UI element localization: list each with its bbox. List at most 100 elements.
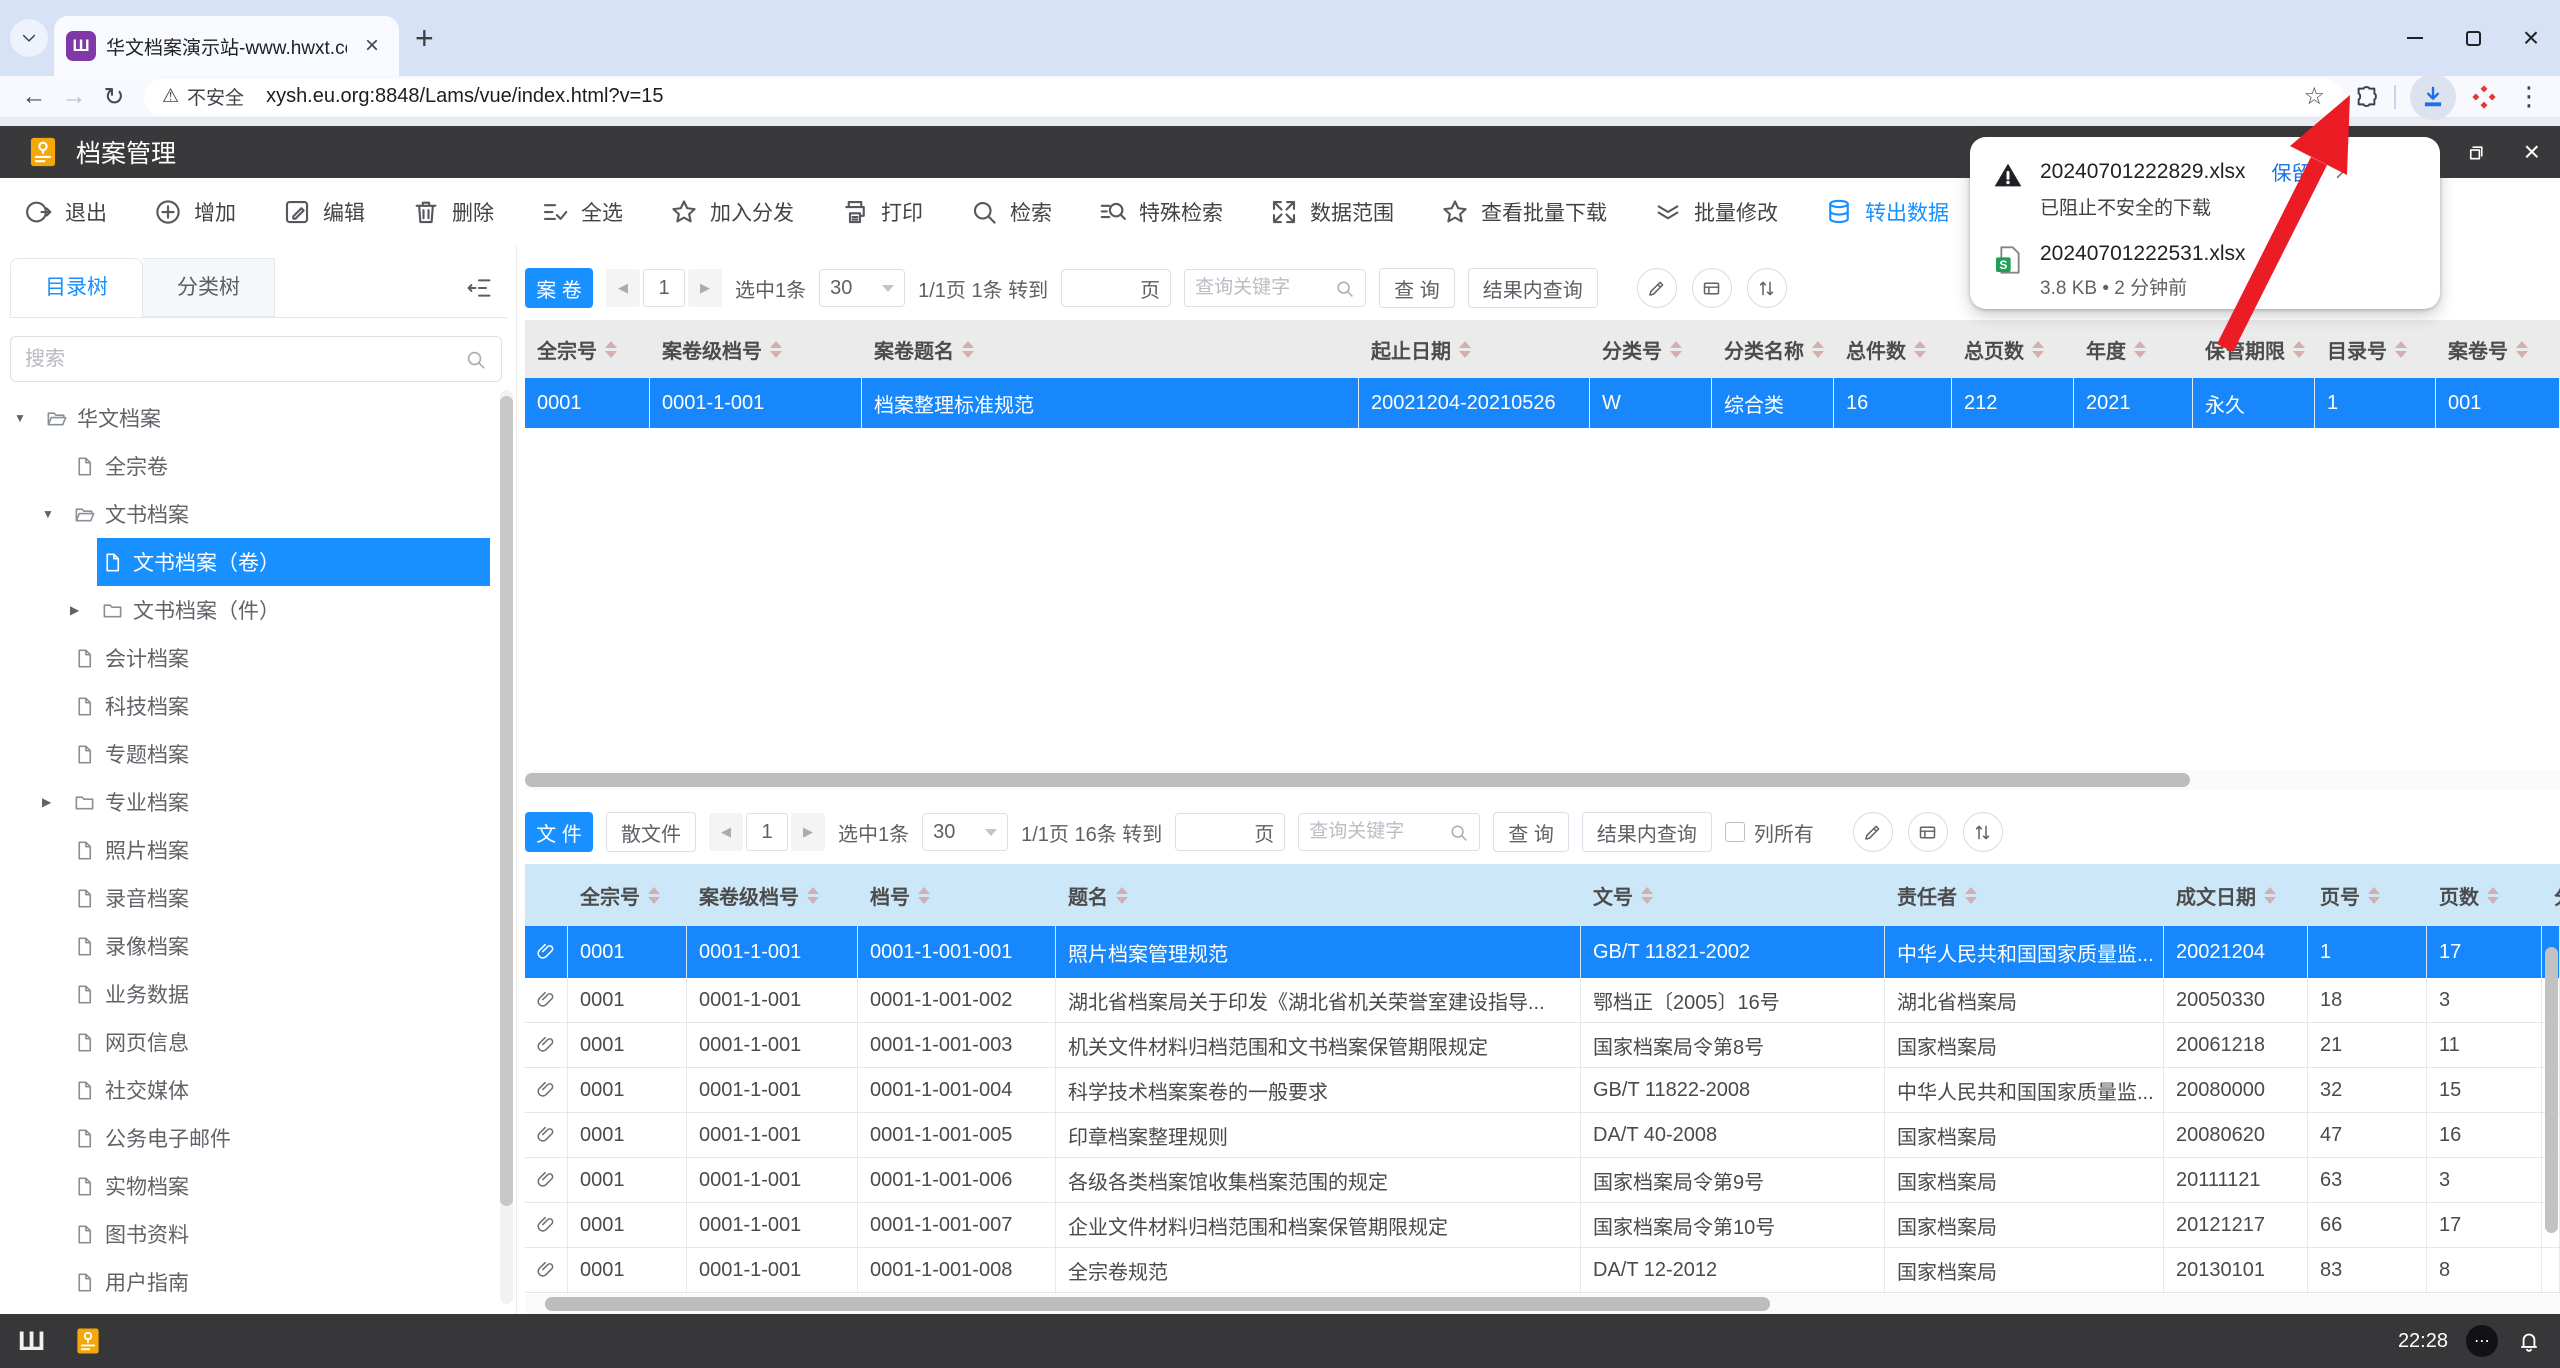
- sort-carets-icon[interactable]: [2395, 341, 2407, 358]
- app-close-icon[interactable]: ×: [2524, 136, 2540, 168]
- sort-carets-icon[interactable]: [2368, 887, 2380, 904]
- file-tab-button[interactable]: 文 件: [525, 812, 593, 852]
- cell[interactable]: 20021204: [2164, 926, 2308, 978]
- sort-carets-icon[interactable]: [770, 341, 782, 358]
- cell[interactable]: 0001-1-001: [687, 1113, 858, 1157]
- cell[interactable]: 国家档案局: [1885, 1113, 2164, 1157]
- cell[interactable]: 1: [2308, 926, 2427, 978]
- column-header-总件数[interactable]: 总件数: [1834, 320, 1952, 378]
- cell[interactable]: 3: [2427, 1158, 2542, 1202]
- cell[interactable]: 0001-1-001-005: [858, 1113, 1056, 1157]
- cell[interactable]: 0001: [568, 1203, 687, 1247]
- juan-keyword-box[interactable]: [1184, 269, 1366, 307]
- column-header-分类号[interactable]: 分类号: [1590, 320, 1712, 378]
- column-header-blank[interactable]: [525, 864, 568, 926]
- column-header-总页数[interactable]: 总页数: [1952, 320, 2074, 378]
- tree-caret-icon[interactable]: ▼: [42, 507, 69, 521]
- tree-item[interactable]: 专题档案: [0, 730, 516, 778]
- cell[interactable]: 印章档案整理规则: [1056, 1113, 1581, 1157]
- cell[interactable]: 0001: [568, 1248, 687, 1292]
- tree-item[interactable]: 图书资料: [0, 1210, 516, 1258]
- attachment-cell[interactable]: [525, 978, 568, 1022]
- tree-caret-icon[interactable]: ▼: [14, 411, 41, 425]
- loose-file-tab-button[interactable]: 散文件: [606, 812, 696, 852]
- toolbar-button-数据范围[interactable]: 数据范围: [1269, 197, 1394, 227]
- cell[interactable]: 17: [2427, 926, 2542, 978]
- tree-scrollbar[interactable]: [500, 390, 513, 1304]
- app-restore-icon[interactable]: [2465, 141, 2488, 164]
- cell[interactable]: 全宗卷规范: [1056, 1248, 1581, 1292]
- table-row[interactable]: 00010001-1-0010001-1-001-004科学技术档案案卷的一般要…: [525, 1068, 2560, 1113]
- tab-category-tree[interactable]: 分类树: [143, 258, 275, 317]
- column-header-全宗号[interactable]: 全宗号: [568, 864, 687, 926]
- cell[interactable]: 0001: [568, 978, 687, 1022]
- tree-item[interactable]: 社交媒体: [0, 1066, 516, 1114]
- cell[interactable]: 0001-1-001: [687, 926, 858, 978]
- download-item-complete[interactable]: 20240701222531.xlsx 3.8 KB • 2 分钟前: [1992, 242, 2418, 300]
- tree-item-inner[interactable]: 业务数据: [69, 970, 490, 1018]
- sort-carets-icon[interactable]: [2487, 887, 2499, 904]
- tree-item[interactable]: 科技档案: [0, 682, 516, 730]
- sort-carets-icon[interactable]: [1116, 887, 1128, 904]
- sort-carets-icon[interactable]: [1965, 887, 1977, 904]
- sort-carets-icon[interactable]: [648, 887, 660, 904]
- browser-tab[interactable]: Ш 华文档案演示站-www.hwxt.co ×: [54, 16, 399, 76]
- cell[interactable]: 1: [2315, 378, 2436, 428]
- tree-item-inner[interactable]: 会计档案: [69, 634, 490, 682]
- next-page-icon[interactable]: ▶: [791, 813, 825, 851]
- attachment-cell[interactable]: [525, 1203, 568, 1247]
- cell[interactable]: 企业文件材料归档范围和档案保管期限规定: [1056, 1203, 1581, 1247]
- table-row[interactable]: 00010001-1-0010001-1-001-008全宗卷规范DA/T 12…: [525, 1248, 2560, 1293]
- cell[interactable]: 63: [2308, 1158, 2427, 1202]
- juan-hscrollbar[interactable]: [525, 770, 2560, 790]
- cell[interactable]: 001: [2436, 378, 2560, 428]
- tree-item-inner[interactable]: 文书档案: [69, 490, 490, 538]
- column-header-成文日期[interactable]: 成文日期: [2164, 864, 2308, 926]
- column-header-保管期限[interactable]: 保管期限: [2193, 320, 2315, 378]
- cell[interactable]: 0001-1-001: [687, 978, 858, 1022]
- cell[interactable]: 0001-1-001: [687, 1203, 858, 1247]
- tree-item-inner[interactable]: 网页信息: [69, 1018, 490, 1066]
- toolbar-button-编辑[interactable]: 编辑: [282, 197, 365, 227]
- cell[interactable]: 212: [1952, 378, 2074, 428]
- tree-item[interactable]: 实物档案: [0, 1162, 516, 1210]
- tree-search-input[interactable]: [25, 348, 464, 371]
- security-label[interactable]: 不安全: [187, 83, 244, 110]
- cell[interactable]: GB/T 11822-2008: [1581, 1068, 1885, 1112]
- toolbar-button-加入分发[interactable]: 加入分发: [669, 197, 794, 227]
- sidebar-collapse-icon[interactable]: [465, 274, 493, 302]
- cell[interactable]: 鄂档正〔2005〕16号: [1581, 978, 1885, 1022]
- cell[interactable]: 0001-1-001: [687, 1158, 858, 1202]
- sort-carets-icon[interactable]: [807, 887, 819, 904]
- cell[interactable]: 0001-1-001-004: [858, 1068, 1056, 1112]
- cell[interactable]: 中华人民共和国国家质量监...: [1885, 1068, 2164, 1112]
- cell[interactable]: 0001: [568, 1158, 687, 1202]
- tree-item-inner[interactable]: 科技档案: [69, 682, 490, 730]
- tab-close-icon[interactable]: ×: [357, 31, 387, 61]
- toolbar-button-转出数据[interactable]: 转出数据: [1824, 197, 1949, 227]
- attachment-cell[interactable]: [525, 926, 568, 978]
- cell[interactable]: 0001-1-001-003: [858, 1023, 1056, 1067]
- cell[interactable]: 0001-1-001: [687, 1023, 858, 1067]
- tree-item-inner[interactable]: 录像档案: [69, 922, 490, 970]
- page-number[interactable]: 1: [746, 813, 788, 851]
- tree-item[interactable]: 用户指南: [0, 1258, 516, 1306]
- column-header-页数[interactable]: 页数: [2427, 864, 2542, 926]
- column-header-案卷题名[interactable]: 案卷题名: [862, 320, 1359, 378]
- cell[interactable]: 18: [2308, 978, 2427, 1022]
- page-size-select[interactable]: 30: [819, 269, 905, 307]
- tab-directory-tree[interactable]: 目录树: [10, 258, 143, 317]
- attachment-cell[interactable]: [525, 1023, 568, 1067]
- browser-menu-icon[interactable]: ⋮: [2512, 81, 2546, 112]
- maximize-button[interactable]: [2444, 0, 2502, 76]
- cell[interactable]: DA/T 12-2012: [1581, 1248, 1885, 1292]
- cell[interactable]: 11: [2427, 1023, 2542, 1067]
- tree-item-inner[interactable]: 公务电子邮件: [69, 1114, 490, 1162]
- cell[interactable]: 0001-1-001: [687, 1068, 858, 1112]
- back-button[interactable]: ←: [14, 77, 54, 117]
- url-text[interactable]: xysh.eu.org:8848/Lams/vue/index.html?v=1…: [266, 85, 663, 108]
- sort-carets-icon[interactable]: [918, 887, 930, 904]
- cell[interactable]: 0001-1-001: [687, 1248, 858, 1292]
- cell[interactable]: 湖北省档案局: [1885, 978, 2164, 1022]
- tree-item-inner[interactable]: 实物档案: [69, 1162, 490, 1210]
